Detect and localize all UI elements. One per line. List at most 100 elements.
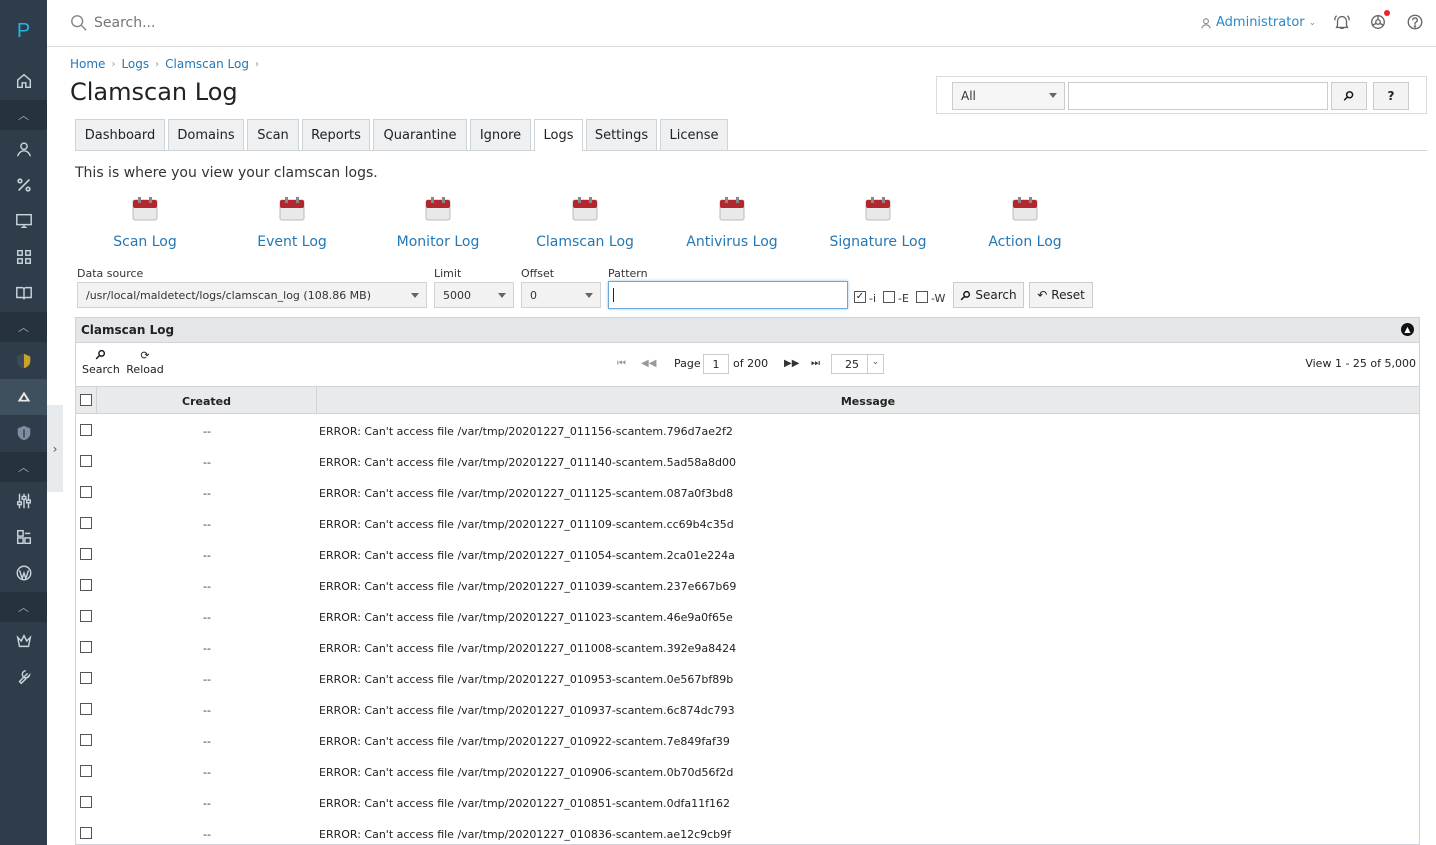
page-number-input[interactable]: 1 [703, 354, 729, 374]
table-row[interactable]: -- ERROR: Can't access file /var/tmp/202… [76, 787, 1419, 818]
tab-ignore[interactable]: Ignore [470, 119, 531, 150]
apps-grid-icon[interactable] [0, 239, 47, 275]
tab-domains[interactable]: Domains [168, 119, 244, 150]
row-checkbox[interactable] [80, 765, 92, 777]
table-row[interactable]: -- ERROR: Can't access file /var/tmp/202… [76, 818, 1419, 844]
book-icon[interactable] [0, 275, 47, 311]
case-insensitive-checkbox[interactable]: ✓ [854, 291, 866, 303]
column-header-message[interactable]: Message [317, 387, 1419, 413]
percent-icon[interactable] [0, 167, 47, 203]
grid-reload-button[interactable]: ⟳ Reload [126, 349, 164, 376]
security-shield-icon[interactable] [0, 415, 47, 451]
user-icon[interactable] [0, 131, 47, 167]
antivirus-log-link[interactable]: Antivirus Log [662, 194, 802, 250]
row-checkbox[interactable] [80, 579, 92, 591]
home-icon[interactable] [0, 63, 47, 99]
filter-search-button[interactable] [1331, 82, 1367, 110]
wordpress-icon[interactable] [0, 555, 47, 591]
search-button[interactable]: Search [953, 282, 1024, 308]
select-all-checkbox[interactable] [80, 394, 92, 406]
table-row[interactable]: -- ERROR: Can't access file /var/tmp/202… [76, 446, 1419, 477]
tab-dashboard[interactable]: Dashboard [75, 119, 165, 150]
whole-word-checkbox[interactable] [916, 291, 928, 303]
row-checkbox[interactable] [80, 517, 92, 529]
collapse-grid-icon[interactable]: ▲ [1401, 323, 1414, 336]
table-row[interactable]: -- ERROR: Can't access file /var/tmp/202… [76, 601, 1419, 632]
row-checkbox[interactable] [80, 548, 92, 560]
breadcrumb-clamscan-log[interactable]: Clamscan Log [165, 57, 249, 71]
row-checkbox[interactable] [80, 455, 92, 467]
pattern-input[interactable] [608, 281, 848, 309]
table-row[interactable]: -- ERROR: Can't access file /var/tmp/202… [76, 663, 1419, 694]
page-total: of 200 [733, 357, 769, 370]
column-header-created[interactable]: Created [97, 387, 317, 413]
maldet-icon[interactable] [0, 379, 47, 415]
prev-page-icon[interactable]: ◀◀ [641, 358, 656, 369]
tab-scan[interactable]: Scan [247, 119, 299, 150]
row-checkbox[interactable] [80, 796, 92, 808]
event-log-link[interactable]: Event Log [222, 194, 362, 250]
tab-reports[interactable]: Reports [302, 119, 370, 150]
extensions-icon[interactable] [0, 519, 47, 555]
filter-help-button[interactable]: ? [1373, 82, 1409, 110]
collapse-section-icon[interactable]: ︿ [0, 312, 47, 342]
monitor-log-link[interactable]: Monitor Log [368, 194, 508, 250]
row-checkbox[interactable] [80, 641, 92, 653]
tab-settings[interactable]: Settings [586, 119, 657, 150]
reset-button[interactable]: ↶ Reset [1029, 282, 1093, 308]
offset-select[interactable]: 0 [521, 282, 601, 308]
data-source-select[interactable]: /usr/local/maldetect/logs/clamscan_log (… [77, 282, 427, 308]
row-checkbox[interactable] [80, 424, 92, 436]
breadcrumb-home[interactable]: Home [70, 57, 105, 71]
shield-icon[interactable] [0, 343, 47, 379]
next-page-icon[interactable]: ▶▶ [784, 358, 799, 369]
collapse-section-icon[interactable]: ︿ [0, 592, 47, 622]
row-checkbox[interactable] [80, 672, 92, 684]
clamscan-log-link[interactable]: Clamscan Log [515, 194, 655, 250]
table-row[interactable]: -- ERROR: Can't access file /var/tmp/202… [76, 508, 1419, 539]
scan-log-link[interactable]: Scan Log [75, 194, 215, 250]
table-row[interactable]: -- ERROR: Can't access file /var/tmp/202… [76, 415, 1419, 446]
filter-text-input[interactable] [1068, 82, 1328, 110]
table-row[interactable]: -- ERROR: Can't access file /var/tmp/202… [76, 632, 1419, 663]
table-row[interactable]: -- ERROR: Can't access file /var/tmp/202… [76, 725, 1419, 756]
table-row[interactable]: -- ERROR: Can't access file /var/tmp/202… [76, 539, 1419, 570]
signature-log-link[interactable]: Signature Log [808, 194, 948, 250]
expand-panel-chevron-icon[interactable]: › [47, 405, 63, 492]
app-logo[interactable]: P [0, 0, 47, 62]
filter-scope-select[interactable]: All [952, 82, 1065, 110]
wrench-icon[interactable] [0, 659, 47, 695]
calendar-icon [278, 194, 306, 222]
tab-quarantine[interactable]: Quarantine [373, 119, 467, 150]
table-row[interactable]: -- ERROR: Can't access file /var/tmp/202… [76, 477, 1419, 508]
global-search-input[interactable] [94, 11, 494, 35]
monitor-icon[interactable] [0, 203, 47, 239]
grid-search-button[interactable]: Search [82, 349, 120, 376]
row-checkbox[interactable] [80, 827, 92, 839]
collapse-section-icon[interactable]: ︿ [0, 452, 47, 482]
sliders-icon[interactable] [0, 483, 47, 519]
grid-toolbar: Search ⟳ Reload ⏮ ◀◀ Page 1 of 200 ▶▶ ⏭ … [76, 344, 1419, 386]
table-row[interactable]: -- ERROR: Can't access file /var/tmp/202… [76, 694, 1419, 725]
row-checkbox[interactable] [80, 486, 92, 498]
help-icon[interactable] [1406, 13, 1426, 33]
last-page-icon[interactable]: ⏭ [811, 358, 820, 369]
collapse-section-icon[interactable]: ︿ [0, 100, 47, 130]
action-log-link[interactable]: Action Log [955, 194, 1095, 250]
tab-license[interactable]: License [660, 119, 728, 150]
crown-icon[interactable] [0, 623, 47, 659]
user-menu[interactable]: Administrator ⌄ [1200, 15, 1316, 30]
updates-icon[interactable] [1369, 10, 1390, 33]
row-checkbox[interactable] [80, 734, 92, 746]
extended-regex-checkbox[interactable] [883, 291, 895, 303]
row-checkbox[interactable] [80, 703, 92, 715]
tab-logs[interactable]: Logs [534, 119, 583, 151]
first-page-icon[interactable]: ⏮ [617, 358, 626, 369]
breadcrumb-logs[interactable]: Logs [121, 57, 149, 71]
table-row[interactable]: -- ERROR: Can't access file /var/tmp/202… [76, 570, 1419, 601]
limit-select[interactable]: 5000 [434, 282, 514, 308]
rows-per-page-select[interactable]: 25 ⌄ [831, 354, 884, 374]
row-checkbox[interactable] [80, 610, 92, 622]
table-row[interactable]: -- ERROR: Can't access file /var/tmp/202… [76, 756, 1419, 787]
notifications-icon[interactable] [1333, 13, 1353, 33]
